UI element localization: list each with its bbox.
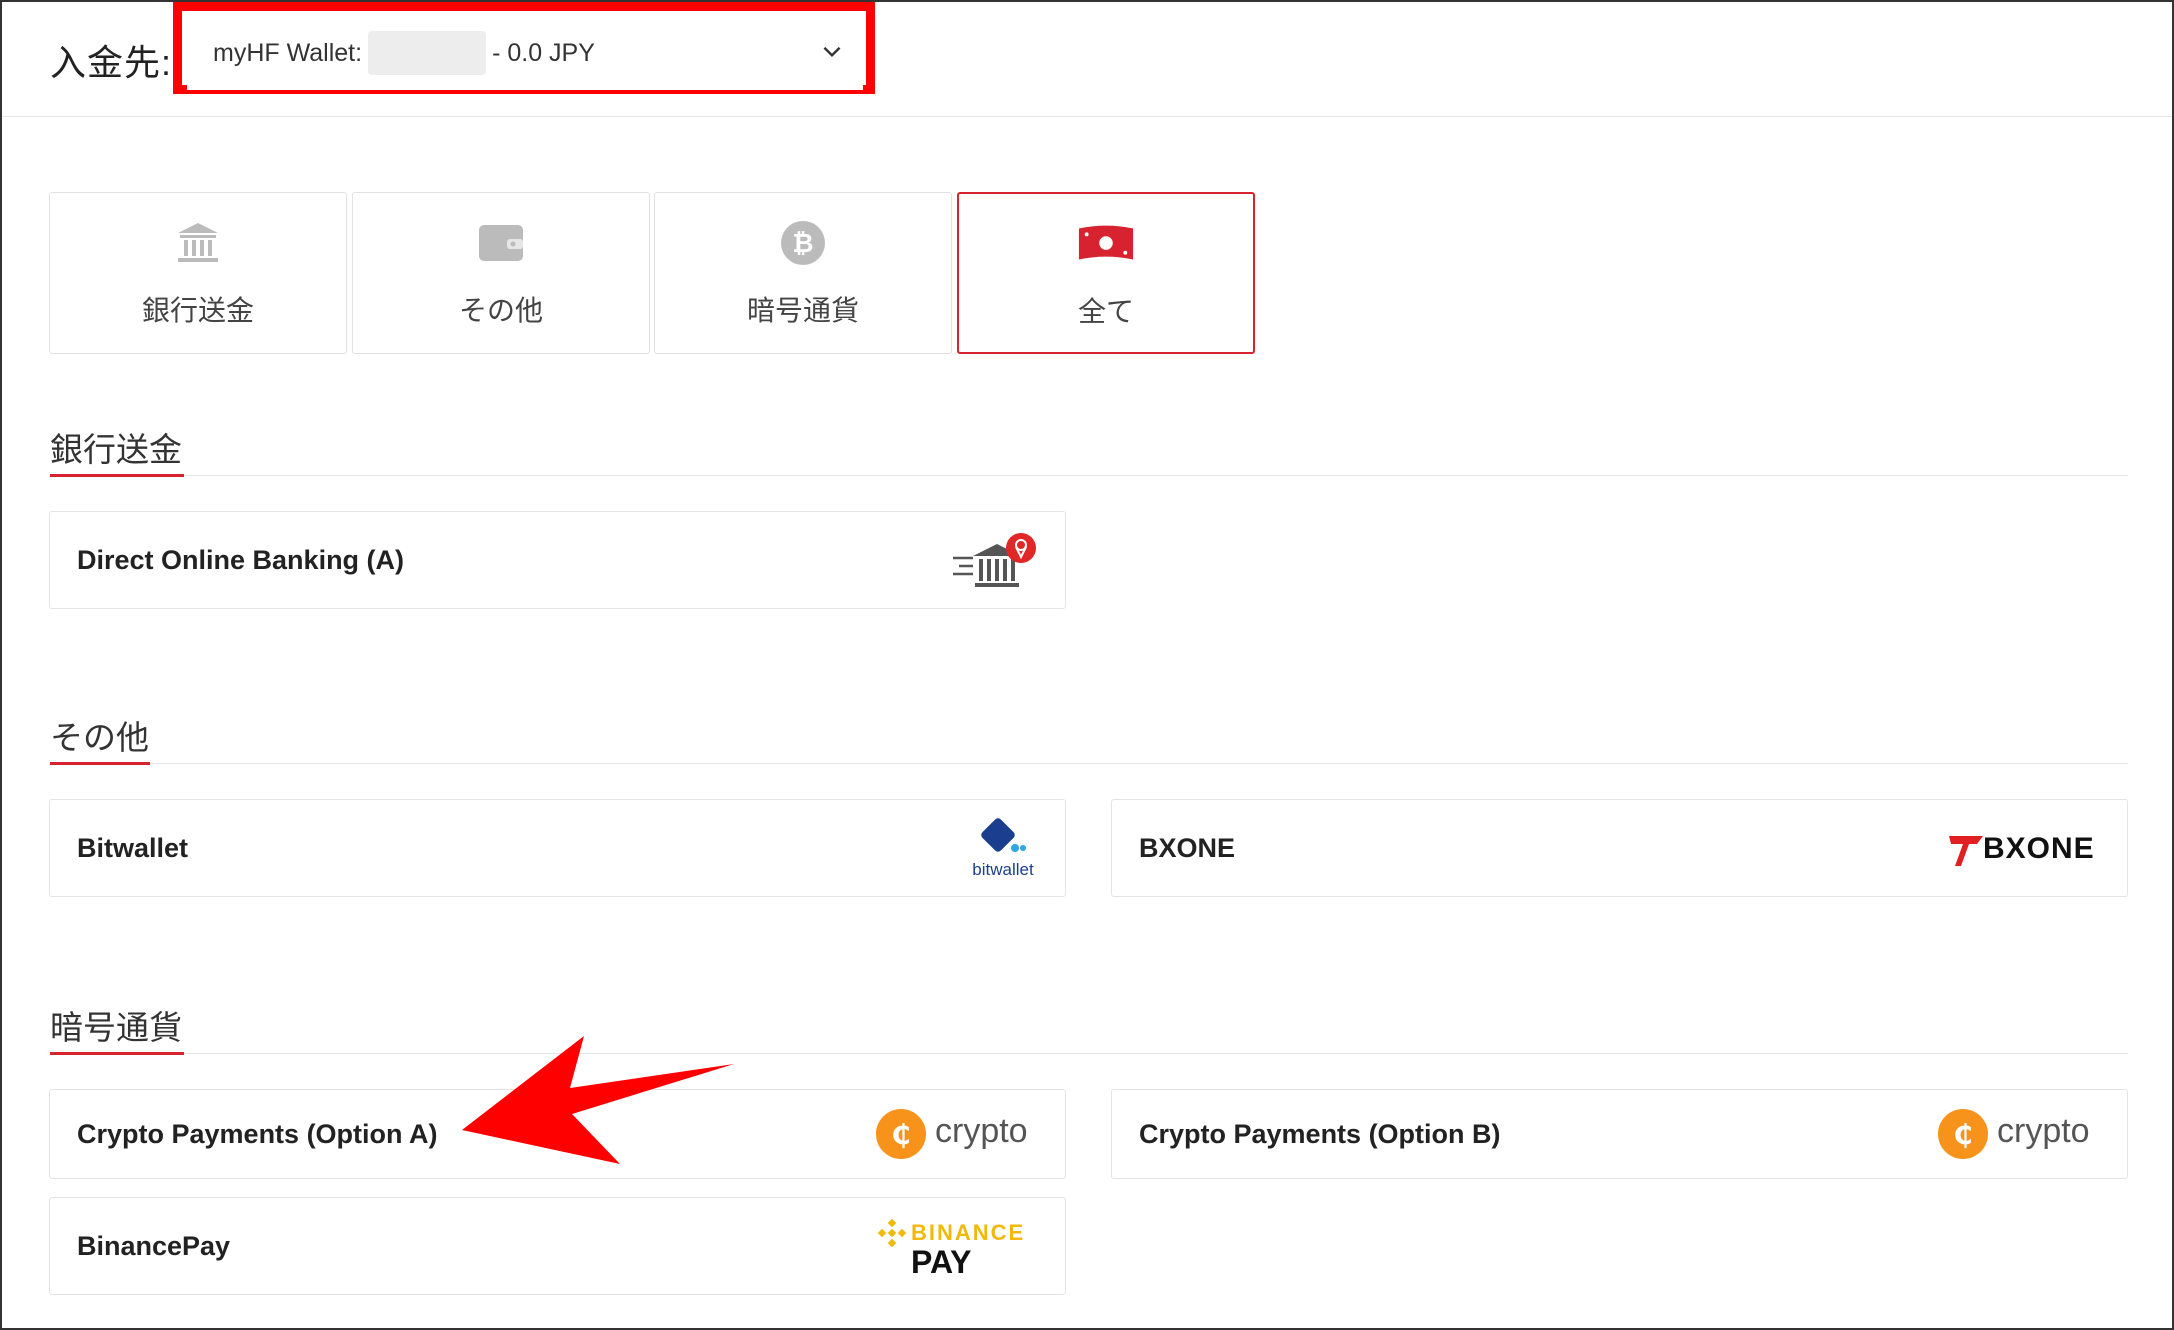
bitwallet-logo: bitwallet	[963, 818, 1043, 882]
payment-method-name: Direct Online Banking (A)	[77, 544, 405, 575]
payment-method-name: Crypto Payments (Option A)	[77, 1118, 438, 1149]
bxone-mark-icon	[1949, 836, 1983, 866]
deposit-header: 入金先: myHF Wallet: - 0.0 JPY	[2, 2, 2172, 117]
pay-logo-text: PAY	[911, 1244, 972, 1280]
crypto-logo-text: crypto	[935, 1112, 1028, 1150]
bitwallet-logo-icon	[981, 818, 1026, 852]
bitwallet-logo-text: bitwallet	[972, 860, 1034, 879]
page-frame: 入金先: myHF Wallet: - 0.0 JPY 銀行送金 その他 ₿ 暗…	[0, 0, 2174, 1330]
tab-crypto[interactable]: ₿ 暗号通貨	[654, 192, 952, 354]
tab-label: 銀行送金	[141, 295, 254, 326]
payment-card-bxone[interactable]: BXONE BXONE	[1111, 799, 2128, 897]
deposit-to-label: 入金先:	[50, 42, 173, 83]
payment-card-binancepay[interactable]: BinancePay BINANCE PAY	[49, 1197, 1066, 1295]
crypto-logo: ₵ crypto	[1937, 1108, 2109, 1162]
payment-card-bitwallet[interactable]: Bitwallet bitwallet	[49, 799, 1066, 897]
svg-text:₵: ₵	[891, 1118, 910, 1151]
section-title-crypto: 暗号通貨	[50, 1009, 182, 1046]
section-title-bank: 銀行送金	[50, 431, 182, 468]
bxone-logo-text: BXONE	[1983, 832, 2095, 865]
crypto-logo-text: crypto	[1997, 1112, 2090, 1150]
svg-text:₿: ₿	[792, 229, 813, 259]
payment-method-name: Crypto Payments (Option B)	[1139, 1118, 1501, 1149]
section-title-other: その他	[50, 719, 149, 756]
payment-card-direct-online-banking[interactable]: Direct Online Banking (A)	[49, 511, 1066, 609]
crypto-logo: ₵ crypto	[875, 1108, 1047, 1162]
section-underline	[50, 762, 150, 765]
crypto-coin-icon: ₵	[1938, 1109, 1988, 1159]
wallet-select-prefix: myHF Wallet:	[213, 38, 363, 67]
payment-card-crypto-option-b[interactable]: Crypto Payments (Option B) ₵ crypto	[1111, 1089, 2128, 1179]
annotation-arrow	[462, 1036, 734, 1164]
svg-text:₵: ₵	[1953, 1118, 1972, 1151]
tab-label: 全て	[1077, 296, 1134, 327]
wallet-select[interactable]: myHF Wallet: - 0.0 JPY	[187, 16, 863, 90]
section-divider	[50, 763, 2128, 764]
tab-label: 暗号通貨	[746, 295, 859, 326]
binancepay-logo: BINANCE PAY	[877, 1218, 1029, 1280]
section-divider	[50, 1053, 2128, 1054]
tab-label: その他	[458, 295, 543, 326]
tab-bank-transfer[interactable]: 銀行送金	[49, 192, 347, 354]
bank-icon	[178, 223, 218, 262]
bitcoin-icon: ₿	[781, 221, 825, 265]
wallet-select-balance: - 0.0 JPY	[492, 38, 595, 67]
section-underline	[50, 1052, 184, 1055]
cash-icon	[1078, 225, 1134, 260]
payment-method-name: Bitwallet	[77, 832, 189, 863]
payment-method-name: BXONE	[1139, 832, 1236, 863]
binance-logo-text: BINANCE	[911, 1220, 1026, 1245]
bank-transfer-icon	[953, 533, 1036, 587]
crypto-coin-icon: ₵	[876, 1109, 926, 1159]
tab-all[interactable]: 全て	[957, 192, 1255, 354]
chevron-down-icon	[823, 46, 841, 58]
tab-other[interactable]: その他	[352, 192, 650, 354]
bxone-logo: BXONE	[1947, 830, 2107, 870]
binance-diamond-icon	[877, 1218, 907, 1248]
wallet-icon	[479, 225, 523, 261]
section-underline	[50, 474, 184, 477]
section-divider	[50, 475, 2128, 476]
payment-method-name: BinancePay	[77, 1230, 231, 1261]
masked-account-number	[368, 31, 487, 75]
